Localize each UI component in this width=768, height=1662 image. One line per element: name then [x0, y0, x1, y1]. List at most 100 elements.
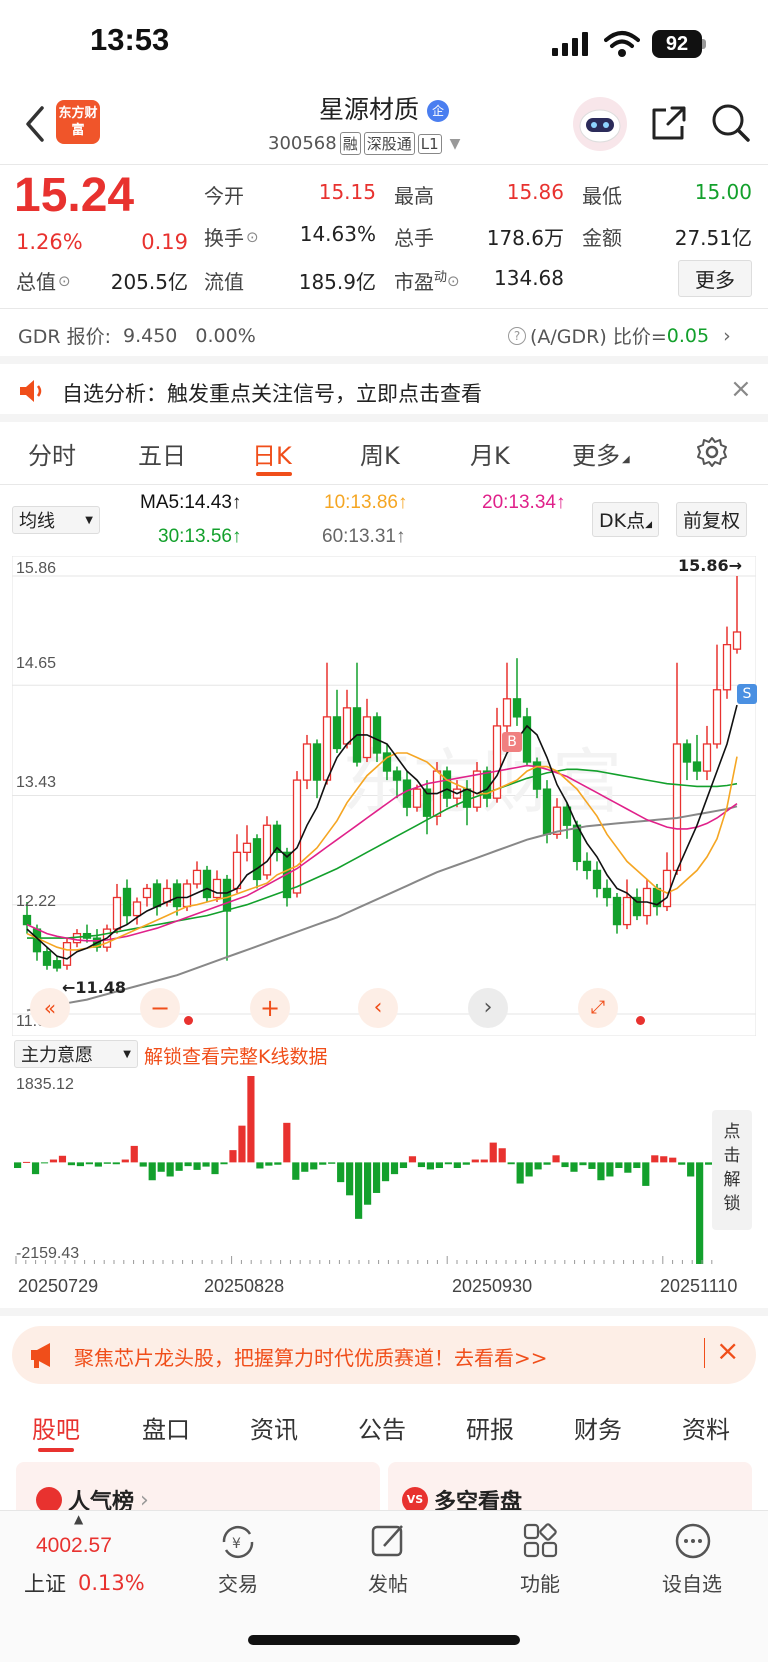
tab-news[interactable]: 资讯 — [250, 1410, 298, 1445]
alert-text[interactable]: 自选分析：触发重点关注信号，立即点击查看 — [62, 378, 482, 408]
quote-divider — [0, 308, 768, 309]
prev-icon[interactable]: ‹ — [358, 988, 398, 1028]
pe-label-text: 市盈 — [394, 270, 434, 294]
indicator-bar — [660, 1156, 668, 1163]
more-dots-icon[interactable] — [674, 1522, 712, 1560]
index-row[interactable]: 上证 0.13% — [24, 1568, 145, 1598]
tab-intraday[interactable]: 分时 — [28, 436, 76, 471]
kline-chart[interactable]: 东方财富 — [12, 556, 756, 1036]
turnover-label-text: 换手 — [204, 226, 244, 250]
indicator-bar — [229, 1150, 237, 1163]
indicator-select[interactable]: 均线 ▼ — [12, 506, 100, 534]
megaphone-icon — [31, 1343, 50, 1368]
indicator-bar — [588, 1162, 596, 1169]
tab-research[interactable]: 研报 — [466, 1410, 514, 1445]
pe-label: 市盈 动 ⊙ — [394, 266, 460, 295]
unlock-kline-link[interactable]: 解锁查看完整K线数据 — [144, 1042, 327, 1069]
tab-finance[interactable]: 财务 — [574, 1410, 622, 1445]
settings-gear-icon[interactable] — [696, 436, 728, 468]
nav-add-watchlist[interactable]: 设自选 — [652, 1568, 732, 1597]
candle — [292, 771, 302, 898]
nav-trade[interactable]: 交易 — [198, 1568, 278, 1597]
indicator-bar — [687, 1162, 695, 1177]
tab-monthly-k[interactable]: 月K — [470, 436, 510, 471]
side-unlock-button[interactable]: 点 击 解 锁 — [712, 1110, 752, 1230]
robot-avatar-icon[interactable] — [572, 96, 628, 152]
indicator-min: -2159.43 — [16, 1245, 80, 1262]
tab-orderbook[interactable]: 盘口 — [142, 1410, 190, 1445]
index-value[interactable]: 4002.57 — [36, 1534, 112, 1558]
speaker-icon — [20, 380, 42, 402]
indicator-bar — [22, 1161, 31, 1163]
indicator-bar — [310, 1162, 318, 1170]
gdr-ratio[interactable]: ? (A/GDR) 比价= 0.05 › — [508, 322, 731, 349]
indicator-bar — [426, 1162, 434, 1170]
indicator-bar — [319, 1162, 327, 1165]
more-button[interactable]: 更多 — [678, 260, 752, 297]
adjust-button[interactable]: 前复权 — [676, 502, 748, 537]
tab-five-day[interactable]: 五日 — [138, 436, 186, 471]
nav-post[interactable]: 发帖 — [348, 1568, 428, 1597]
indicator-type-select[interactable]: 主力意愿 ▼ — [14, 1040, 138, 1068]
next-icon[interactable]: › — [468, 988, 508, 1028]
tab-daily-k[interactable]: 日K — [252, 436, 292, 471]
indicator-bar — [435, 1162, 443, 1169]
fullscreen-icon[interactable]: ⤢ — [578, 988, 618, 1028]
more-info-icon[interactable]: ⊙ — [246, 228, 259, 246]
close-icon[interactable]: × — [730, 374, 752, 404]
banner-divider — [704, 1338, 705, 1368]
indicator-bar — [76, 1162, 84, 1167]
home-indicator — [248, 1635, 520, 1645]
low-marker: ← 11.48 — [62, 978, 127, 997]
nav-functions[interactable]: 功能 — [500, 1568, 580, 1597]
promo-text[interactable]: 聚焦芯片龙头股，把握算力时代优质赛道！去看看>> — [74, 1342, 548, 1371]
share-icon[interactable] — [648, 104, 688, 144]
indicator-bar — [597, 1162, 605, 1181]
signal-icon — [552, 32, 588, 56]
side-unlock-char-3: 解 — [723, 1170, 741, 1190]
indicator-bar — [14, 1162, 22, 1169]
stock-name: 星源材质 — [319, 95, 420, 124]
indicator-bar — [193, 1162, 201, 1170]
indicator-bar — [498, 1148, 506, 1163]
tab-forum[interactable]: 股吧 — [32, 1410, 80, 1445]
tab-more[interactable]: 更多 ◢ — [572, 436, 630, 471]
tab-weekly-k[interactable]: 周K — [360, 436, 400, 471]
chevron-right-icon-2: › — [140, 1487, 149, 1513]
indicator-bar — [534, 1162, 542, 1170]
search-icon[interactable] — [710, 102, 752, 144]
candle — [202, 865, 212, 903]
indicator-bar — [328, 1162, 336, 1164]
wifi-icon — [604, 31, 640, 57]
post-icon[interactable] — [370, 1522, 408, 1560]
volume-label: 总手 — [394, 226, 434, 250]
dk-point-button[interactable]: DK点 ◢ — [592, 502, 660, 537]
pe-info-icon[interactable]: ⊙ — [447, 272, 460, 290]
zoom-in-icon[interactable]: + — [250, 988, 290, 1028]
market-cap-info-icon[interactable]: ⊙ — [58, 272, 71, 290]
low-label: 最低 — [582, 184, 622, 208]
section-gap — [0, 356, 768, 364]
indicator-select-label: 均线 — [19, 511, 55, 532]
indicator-bar — [561, 1162, 569, 1168]
sell-marker[interactable]: S — [737, 684, 757, 704]
indicator-type-label: 主力意愿 — [21, 1045, 93, 1066]
indicator-bar — [247, 1076, 255, 1163]
indicator-bar — [40, 1162, 49, 1164]
banner-close-icon[interactable]: × — [716, 1334, 739, 1367]
zoom-out-icon[interactable]: − — [140, 988, 180, 1028]
tab-announcements[interactable]: 公告 — [358, 1410, 406, 1445]
tag-shenzhen-connect: 深股通 — [363, 132, 415, 155]
tab-profile[interactable]: 资料 — [682, 1410, 730, 1445]
trade-icon[interactable]: ¥ — [218, 1524, 258, 1560]
tag-level: L1 — [417, 133, 442, 154]
dk-point-label: DK点 — [599, 510, 646, 532]
scroll-left-icon[interactable]: « — [30, 988, 70, 1028]
apps-icon[interactable] — [522, 1522, 560, 1560]
chevron-down-icon[interactable]: ▼ — [450, 136, 461, 152]
indicator-bar — [346, 1162, 354, 1196]
indicator-bar — [112, 1162, 120, 1165]
low-value: 15.00 — [694, 180, 752, 204]
gdr-row[interactable]: GDR 报价: 9.450 0.00% — [18, 322, 256, 349]
buy-marker[interactable]: B — [502, 732, 522, 752]
